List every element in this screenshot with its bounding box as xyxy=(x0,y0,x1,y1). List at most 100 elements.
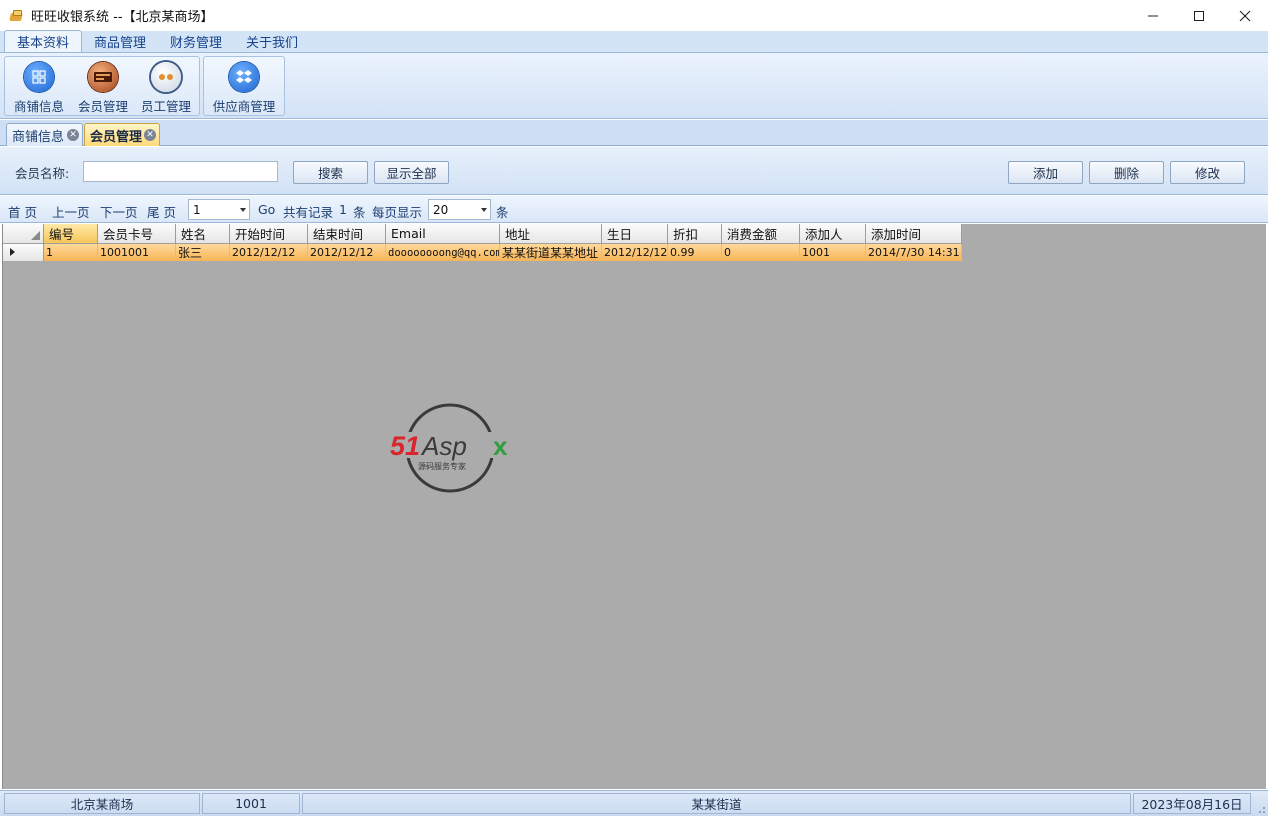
cell-birthday[interactable]: 2012/12/12 xyxy=(602,244,668,261)
minimize-button[interactable] xyxy=(1130,0,1176,31)
close-button[interactable] xyxy=(1222,0,1268,31)
cell-end-time[interactable]: 2012/12/12 xyxy=(308,244,386,261)
tab-product-management[interactable]: 商品管理 xyxy=(82,31,158,52)
doc-tab-label: 会员管理 xyxy=(90,129,143,145)
table-row[interactable]: 1 1001001 张三 2012/12/12 2012/12/12 doooo… xyxy=(3,244,962,261)
last-page-link[interactable]: 尾 页 xyxy=(147,202,176,221)
staff-face-icon xyxy=(151,62,181,92)
col-header-id[interactable]: 编号 xyxy=(44,224,98,244)
ribbon-panel: 商铺信息 会员管理 员工管理 供应商管理 xyxy=(0,53,1268,119)
window-controls xyxy=(1130,0,1268,31)
per-page-value: 20 xyxy=(433,202,449,217)
status-user: 1001 xyxy=(202,793,300,814)
total-records-count: 1 xyxy=(339,202,347,217)
status-address: 某某街道 xyxy=(302,793,1131,814)
col-header-name[interactable]: 姓名 xyxy=(176,224,230,244)
document-tab-strip: 商铺信息 ✕ 会员管理 ✕ xyxy=(0,120,1268,146)
total-records-label: 共有记录 xyxy=(283,205,334,220)
chevron-down-icon xyxy=(240,208,246,212)
delete-button[interactable]: 删除 xyxy=(1089,161,1164,184)
cell-start-time[interactable]: 2012/12/12 xyxy=(230,244,308,261)
close-tab-icon[interactable]: ✕ xyxy=(67,129,79,141)
page-number-select[interactable]: 1 xyxy=(188,199,250,220)
staff-management-button[interactable]: 员工管理 xyxy=(136,57,196,115)
search-button[interactable]: 搜索 xyxy=(293,161,368,184)
doc-tab-label: 商铺信息 xyxy=(12,129,65,145)
member-card-icon xyxy=(88,62,118,92)
member-name-label: 会员名称: xyxy=(15,166,70,181)
resize-grip-icon[interactable] xyxy=(1256,804,1266,814)
per-page-label: 每页显示 xyxy=(372,205,423,220)
page-number-value: 1 xyxy=(193,202,201,217)
pager-bar: 首 页 上一页 下一页 尾 页 1 Go 共有记录 1 条 每页显示 20 条 xyxy=(0,196,1268,223)
member-name-input[interactable] xyxy=(83,161,278,182)
staff-management-label: 员工管理 xyxy=(140,99,191,114)
title-bar: 旺旺收银系统 --【北京某商场】 xyxy=(0,0,1268,31)
status-date: 2023年08月16日 xyxy=(1133,793,1251,814)
select-all-corner[interactable] xyxy=(3,224,44,244)
col-header-discount[interactable]: 折扣 xyxy=(668,224,722,244)
cell-discount[interactable]: 0.99 xyxy=(668,244,722,261)
cell-email[interactable]: doooooooong@qq.com xyxy=(386,244,500,261)
cell-spent[interactable]: 0 xyxy=(722,244,800,261)
first-page-link[interactable]: 首 页 xyxy=(8,202,37,221)
col-header-email[interactable]: Email xyxy=(386,224,500,244)
cell-name[interactable]: 张三 xyxy=(176,244,230,261)
col-header-birthday[interactable]: 生日 xyxy=(602,224,668,244)
go-button[interactable]: Go xyxy=(258,202,275,217)
cell-added-by[interactable]: 1001 xyxy=(800,244,866,261)
tab-about-us[interactable]: 关于我们 xyxy=(234,31,310,52)
app-icon xyxy=(9,9,24,22)
grid-icon xyxy=(24,62,54,92)
member-grid: 编号 会员卡号 姓名 开始时间 结束时间 Email 地址 生日 折扣 消费金额… xyxy=(2,224,1266,789)
close-tab-icon[interactable]: ✕ xyxy=(144,129,156,141)
add-button[interactable]: 添加 xyxy=(1008,161,1083,184)
member-management-label: 会员管理 xyxy=(77,99,128,114)
ribbon-tab-strip: 基本资料 商品管理 财务管理 关于我们 xyxy=(0,30,1268,53)
status-bar: 北京某商场 1001 某某街道 2023年08月16日 xyxy=(0,790,1268,816)
doc-tab-shop-info[interactable]: 商铺信息 ✕ xyxy=(6,123,83,146)
member-management-button[interactable]: 会员管理 xyxy=(73,57,133,115)
col-header-card-no[interactable]: 会员卡号 xyxy=(98,224,176,244)
row-header[interactable] xyxy=(3,244,44,261)
dropbox-icon xyxy=(229,62,259,92)
maximize-button[interactable] xyxy=(1176,0,1222,31)
tab-finance-management[interactable]: 财务管理 xyxy=(158,31,234,52)
col-header-spent[interactable]: 消费金额 xyxy=(722,224,800,244)
col-header-end-time[interactable]: 结束时间 xyxy=(308,224,386,244)
edit-button[interactable]: 修改 xyxy=(1170,161,1245,184)
close-icon xyxy=(1239,10,1251,21)
col-header-added-time[interactable]: 添加时间 xyxy=(866,224,962,244)
chevron-down-icon xyxy=(481,208,487,212)
total-records-unit: 条 xyxy=(353,205,366,220)
status-store: 北京某商场 xyxy=(4,793,200,814)
search-panel: 会员名称: 搜索 显示全部 添加 删除 修改 xyxy=(0,147,1268,195)
shop-info-label: 商铺信息 xyxy=(13,99,64,114)
corner-triangle-icon xyxy=(31,231,40,240)
ribbon-group-basic: 商铺信息 会员管理 员工管理 xyxy=(4,56,200,116)
cell-card-no[interactable]: 1001001 xyxy=(98,244,176,261)
per-page-select[interactable]: 20 xyxy=(428,199,491,220)
shop-info-button[interactable]: 商铺信息 xyxy=(9,57,69,115)
cell-address[interactable]: 某某街道某某地址 xyxy=(500,244,602,261)
col-header-start-time[interactable]: 开始时间 xyxy=(230,224,308,244)
window-title: 旺旺收银系统 --【北京某商场】 xyxy=(31,10,214,25)
cell-id[interactable]: 1 xyxy=(44,244,98,261)
grid-header-row: 编号 会员卡号 姓名 开始时间 结束时间 Email 地址 生日 折扣 消费金额… xyxy=(3,224,962,244)
ribbon-group-supplier: 供应商管理 xyxy=(203,56,285,116)
supplier-management-button[interactable]: 供应商管理 xyxy=(208,57,280,115)
watermark-brand-asp: Asp xyxy=(420,431,467,461)
show-all-button[interactable]: 显示全部 xyxy=(374,161,449,184)
col-header-address[interactable]: 地址 xyxy=(500,224,602,244)
watermark-brand-51: 51 xyxy=(390,431,420,461)
doc-tab-member-management[interactable]: 会员管理 ✕ xyxy=(84,123,160,146)
current-row-indicator-icon xyxy=(10,248,15,256)
tab-basic-info[interactable]: 基本资料 xyxy=(4,30,83,52)
next-page-link[interactable]: 下一页 xyxy=(100,202,138,221)
per-page-unit: 条 xyxy=(496,205,509,220)
prev-page-link[interactable]: 上一页 xyxy=(52,202,90,221)
cell-added-time[interactable]: 2014/7/30 14:31 xyxy=(866,244,962,261)
col-header-added-by[interactable]: 添加人 xyxy=(800,224,866,244)
watermark-brand-x: x xyxy=(493,431,508,461)
minimize-icon xyxy=(1148,15,1158,16)
